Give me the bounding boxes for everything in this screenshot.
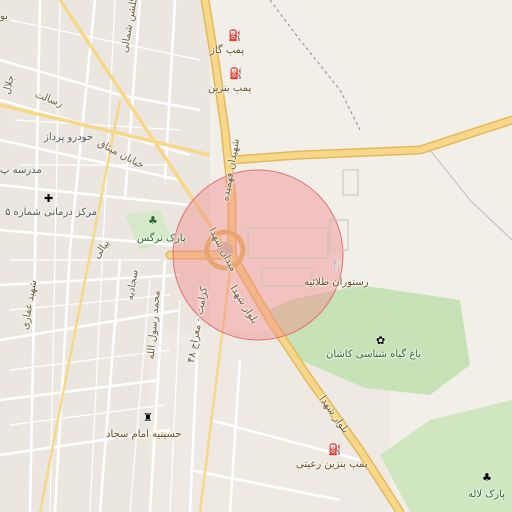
restaurant-label[interactable]: رستوران طلائیه [304,278,369,288]
park-laleh-label[interactable]: پارک لاله [468,490,505,500]
petrol-station-raeisi-label[interactable]: پمپ بنزین رعیتی [296,460,368,470]
gas-station-label[interactable]: پمپ گاز [210,46,244,56]
mosque-icon[interactable]: ♜ [143,412,153,423]
flower-icon[interactable]: ✿ [376,335,385,346]
petrol-station-label[interactable]: پمپ بنزین [208,84,251,94]
map-view[interactable]: ⛽ ⛽ 🍴 ✿ ⛽ ♣ ♣ ♜ ✚ پمپ گاز پمپ بنزین رستو… [0,0,512,512]
fuel-icon[interactable]: ⛽ [228,30,242,41]
khodro-pardaz-label[interactable]: خودرو پرداز [44,133,93,143]
railway-line [269,0,361,131]
fork-knife-icon[interactable]: 🍴 [330,260,344,271]
park-narges-label[interactable]: پارک نرگس [137,234,186,244]
road-label-bo: بو [0,11,8,22]
tree-icon[interactable]: ♣ [482,472,492,483]
map-base-layer [0,0,512,512]
botanical-garden-label[interactable]: باغ گیاه شناسی کاشان [326,350,421,360]
fuel-icon[interactable]: ⛽ [328,444,342,455]
husseiniyeh-label[interactable]: حسینیه امام سجاد [106,430,182,440]
cross-icon[interactable]: ✚ [44,193,53,204]
railway-east [429,149,512,241]
fuel-icon[interactable]: ⛽ [229,68,243,79]
school-label[interactable]: مدرسه پ [0,166,42,176]
tree-icon[interactable]: ♣ [148,215,158,226]
clinic-label[interactable]: مرکز درمانی شماره ۵ [5,208,97,218]
